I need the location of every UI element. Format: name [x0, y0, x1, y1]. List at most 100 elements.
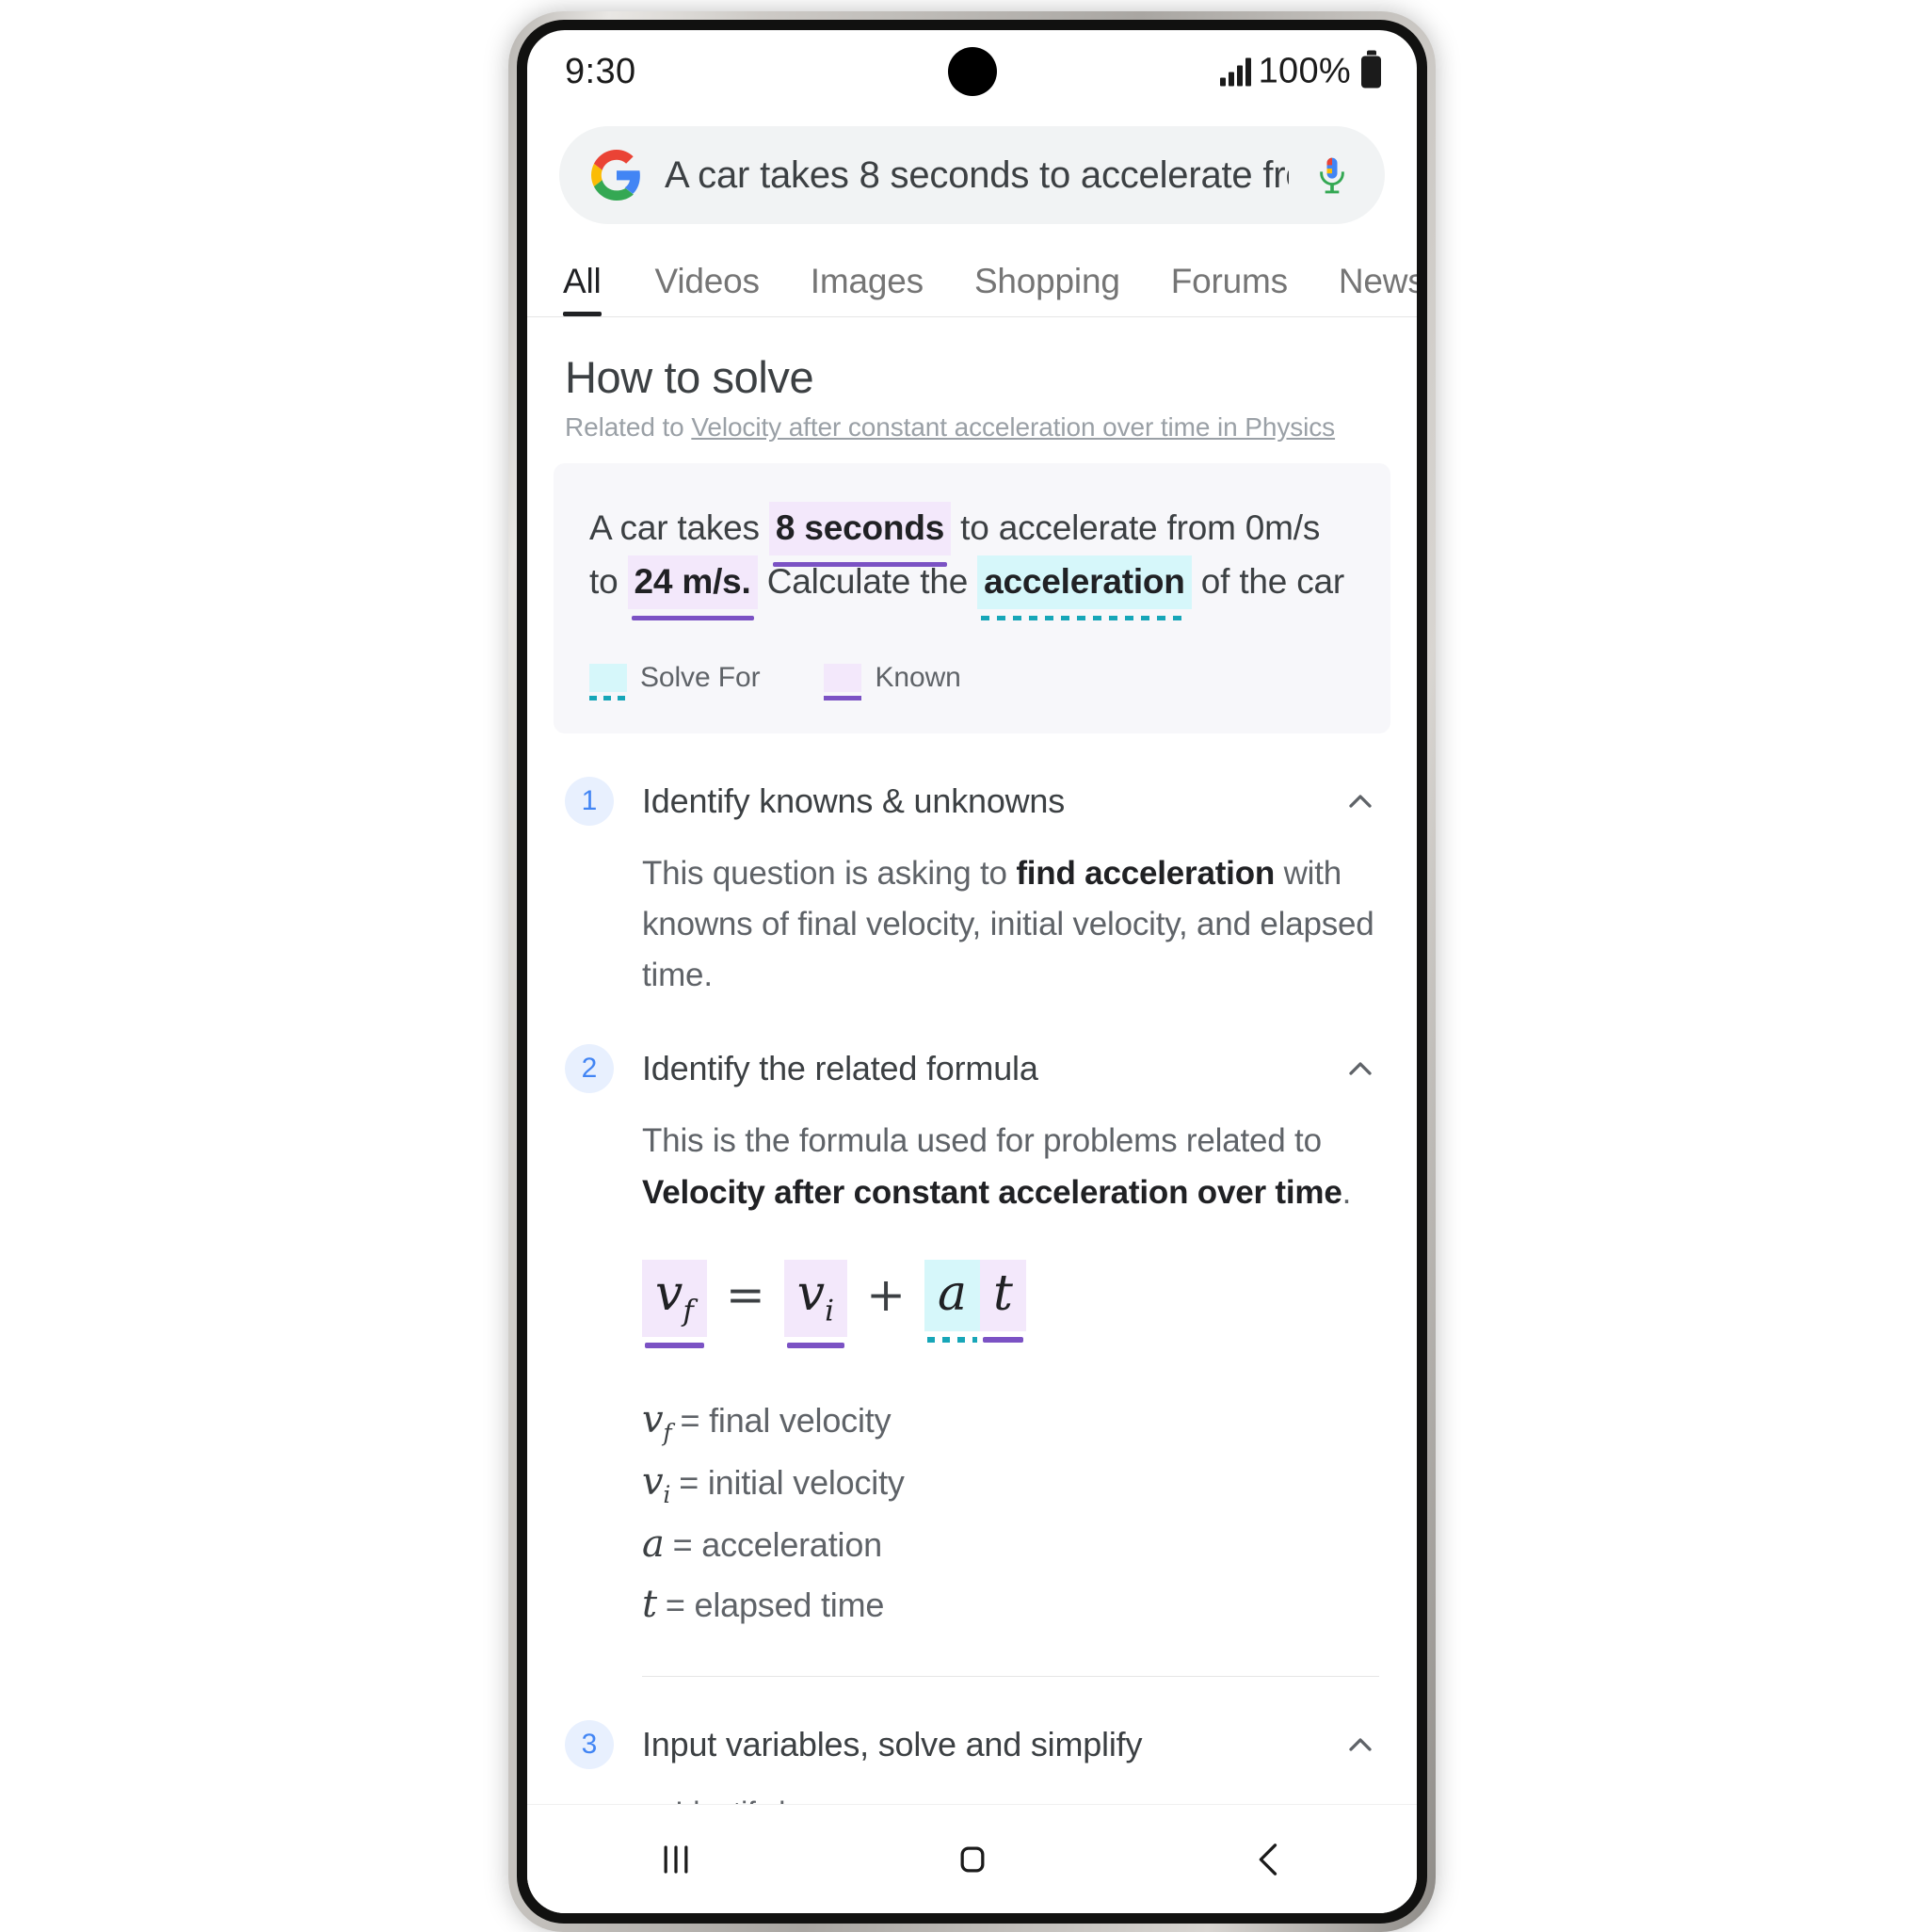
- search-result-tabs[interactable]: All Videos Images Shopping Forums News B…: [527, 230, 1417, 317]
- formula-plus-sign: +: [866, 1266, 906, 1322]
- search-bar-container: A car takes 8 seconds to accelerate from…: [527, 113, 1417, 230]
- back-button[interactable]: [1213, 1827, 1326, 1892]
- step-1-number: 1: [565, 776, 614, 826]
- known-highlight-final-velocity[interactable]: 24 m/s.: [627, 555, 758, 610]
- problem-part-4: of the car: [1191, 562, 1345, 602]
- variable-symbol-t: t: [642, 1574, 657, 1634]
- tab-news[interactable]: News: [1313, 262, 1417, 316]
- variable-definition-vf: vf = final velocity: [642, 1390, 1379, 1452]
- variable-meaning-a: = acceleration: [672, 1525, 883, 1565]
- highlight-legend: Solve For Known: [589, 661, 1355, 700]
- microphone-icon[interactable]: [1311, 150, 1353, 201]
- search-input[interactable]: A car takes 8 seconds to accelerate from…: [665, 154, 1289, 197]
- cellular-signal-icon: [1219, 57, 1251, 86]
- tab-shopping[interactable]: Shopping: [949, 262, 1146, 316]
- formula-expression: vf = vi + a t: [565, 1218, 1379, 1349]
- step-2: 2 Identify the related formula This is t…: [527, 1001, 1417, 1678]
- step-2-title: Identify the related formula: [642, 1049, 1038, 1088]
- problem-part-3: Calculate the: [757, 562, 978, 602]
- phone-bezel: 9:30 100% A car takes 8 seconds to accel: [517, 20, 1427, 1924]
- problem-part-1: A car takes: [589, 508, 769, 547]
- recent-apps-icon: [664, 1844, 687, 1874]
- legend-item-known: Known: [824, 661, 961, 700]
- search-results-content: How to solve Related to Velocity after c…: [527, 317, 1417, 1804]
- status-bar: 9:30 100%: [527, 30, 1417, 113]
- formula-term-time[interactable]: t: [980, 1259, 1026, 1343]
- step-1-body: This question is asking to find accelera…: [565, 826, 1379, 1002]
- phone-device-frame: 9:30 100% A car takes 8 seconds to accel: [508, 11, 1436, 1932]
- step-3: 3 Input variables, solve and simplify a.…: [527, 1677, 1417, 1804]
- known-highlight-time[interactable]: 8 seconds: [768, 502, 952, 555]
- page-title: How to solve: [565, 352, 814, 402]
- how-to-solve-header: How to solve Related to Velocity after c…: [527, 317, 1417, 443]
- legend-item-solve-for: Solve For: [589, 661, 761, 700]
- step-2-text-b: .: [1342, 1173, 1352, 1211]
- formula-vi-sub: i: [825, 1294, 835, 1328]
- variable-symbol-a: a: [642, 1514, 665, 1574]
- variable-definition-vi: vi = initial velocity: [642, 1452, 1379, 1514]
- android-navigation-bar: [527, 1804, 1417, 1913]
- step-3-number: 3: [565, 1720, 614, 1770]
- back-chevron-icon: [1259, 1843, 1277, 1876]
- formula-equals-sign: =: [725, 1266, 765, 1322]
- step-3-title: Input variables, solve and simplify: [642, 1725, 1143, 1764]
- step-3-header[interactable]: 3 Input variables, solve and simplify: [565, 1677, 1379, 1770]
- related-topic-line: Related to Velocity after constant accel…: [565, 412, 1379, 443]
- related-topic-link[interactable]: Velocity after constant acceleration ove…: [691, 412, 1335, 442]
- google-g-logo: [591, 150, 640, 201]
- phone-screen: 9:30 100% A car takes 8 seconds to accel: [527, 30, 1417, 1913]
- battery-full-icon: [1361, 56, 1381, 88]
- vi-sub: i: [663, 1481, 671, 1509]
- step-1-text-bold: find acceleration: [1016, 854, 1276, 892]
- step-2-text-bold: Velocity after constant acceleration ove…: [642, 1173, 1342, 1211]
- vf-base: v: [642, 1398, 664, 1442]
- variable-definitions-list: vf = final velocity vi = initial velocit…: [565, 1337, 1379, 1634]
- chevron-up-icon[interactable]: [1342, 1726, 1379, 1763]
- tab-forums[interactable]: Forums: [1146, 262, 1313, 316]
- variable-definition-a: a = acceleration: [642, 1514, 1379, 1574]
- step-1-header[interactable]: 1 Identify knowns & unknowns: [565, 733, 1379, 826]
- a-base: a: [642, 1522, 665, 1567]
- solve-for-swatch-icon: [589, 663, 627, 700]
- tab-all[interactable]: All: [563, 262, 630, 316]
- variable-meaning-vi: = initial velocity: [679, 1463, 905, 1503]
- front-camera-punch-hole: [947, 47, 997, 96]
- recent-apps-button[interactable]: [619, 1827, 732, 1892]
- formula-vf-base: v: [655, 1264, 683, 1322]
- battery-percentage: 100%: [1258, 51, 1351, 91]
- problem-statement-text: A car takes 8 seconds to accelerate from…: [589, 501, 1355, 610]
- home-button[interactable]: [916, 1827, 1029, 1892]
- variable-symbol-vi: vi: [642, 1452, 670, 1514]
- chevron-up-icon[interactable]: [1342, 1050, 1379, 1087]
- related-prefix: Related to: [565, 412, 692, 442]
- step-2-header[interactable]: 2 Identify the related formula: [565, 1001, 1379, 1094]
- variable-meaning-vf: = final velocity: [680, 1401, 892, 1441]
- variable-definition-t: t = elapsed time: [642, 1574, 1379, 1634]
- known-swatch-icon: [824, 663, 862, 700]
- problem-statement-card: A car takes 8 seconds to accelerate from…: [554, 463, 1390, 733]
- status-time: 9:30: [565, 51, 636, 91]
- home-icon: [960, 1845, 984, 1873]
- step-1-title: Identify knowns & unknowns: [642, 781, 1066, 820]
- tab-images[interactable]: Images: [785, 262, 949, 316]
- t-base: t: [642, 1583, 657, 1627]
- vf-sub: f: [663, 1419, 672, 1447]
- solve-for-highlight-acceleration[interactable]: acceleration: [977, 555, 1192, 610]
- formula-vf-sub: f: [683, 1294, 694, 1328]
- formula-term-final-velocity[interactable]: vf: [642, 1259, 707, 1349]
- step-2-body: This is the formula used for problems re…: [565, 1093, 1379, 1218]
- tab-videos[interactable]: Videos: [630, 262, 785, 316]
- vi-base: v: [642, 1460, 664, 1505]
- legend-label-known: Known: [875, 661, 961, 693]
- variable-meaning-t: = elapsed time: [665, 1586, 885, 1625]
- legend-label-solve-for: Solve For: [640, 661, 761, 693]
- chevron-up-icon[interactable]: [1342, 782, 1379, 820]
- step-1: 1 Identify knowns & unknowns This questi…: [527, 733, 1417, 1002]
- formula-term-initial-velocity[interactable]: vi: [783, 1259, 848, 1349]
- search-bar[interactable]: A car takes 8 seconds to accelerate from…: [559, 126, 1385, 224]
- step-3-sub-label: a. Identify knowns: [565, 1769, 1379, 1804]
- status-indicators: 100%: [1219, 51, 1381, 92]
- formula-vi-base: v: [796, 1264, 826, 1322]
- step-1-text-a: This question is asking to: [642, 854, 1017, 892]
- formula-term-acceleration[interactable]: a: [924, 1259, 981, 1343]
